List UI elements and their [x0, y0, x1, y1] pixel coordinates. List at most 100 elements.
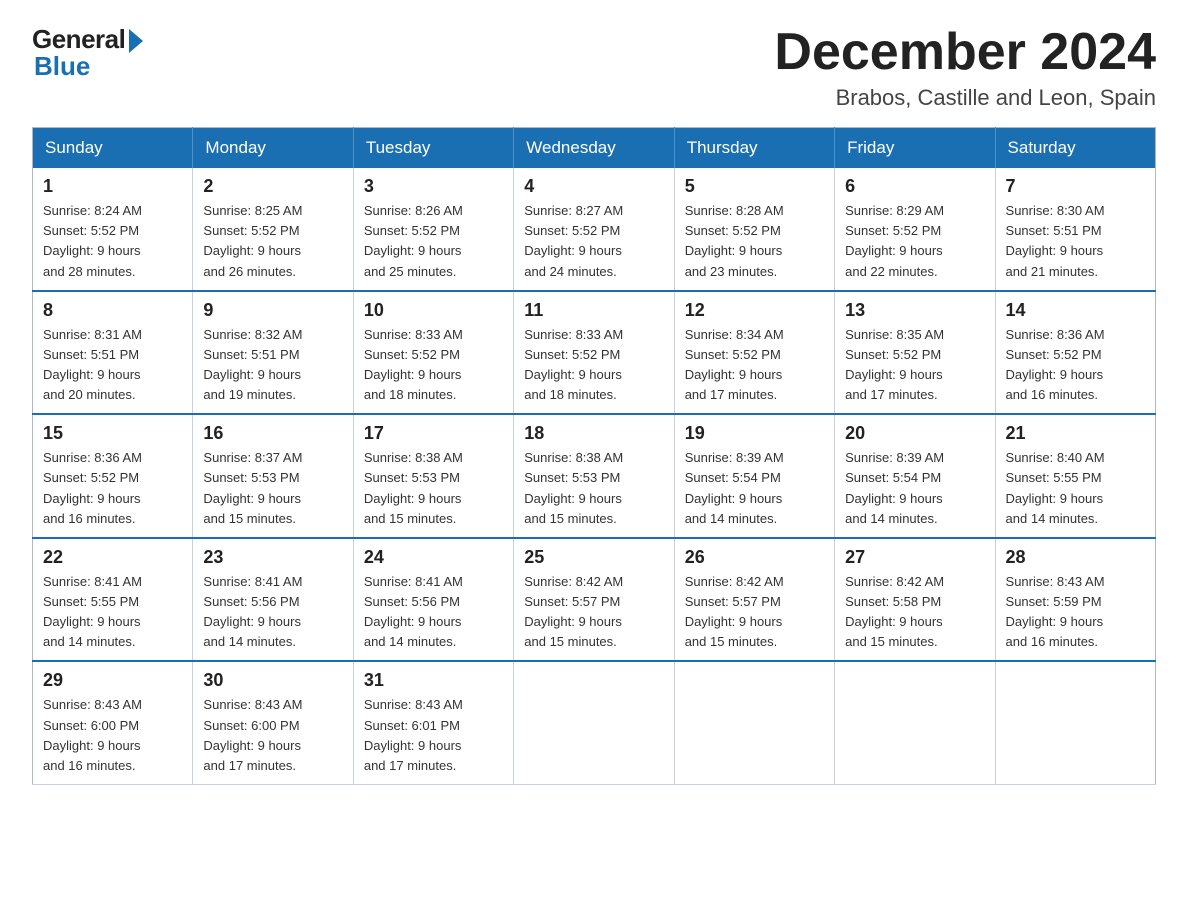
- calendar-day-cell: 7 Sunrise: 8:30 AMSunset: 5:51 PMDaylight…: [995, 168, 1155, 291]
- calendar-day-cell: 12 Sunrise: 8:34 AMSunset: 5:52 PMDayligh…: [674, 291, 834, 415]
- day-number: 8: [43, 300, 182, 321]
- day-number: 14: [1006, 300, 1145, 321]
- page-header: General Blue December 2024 Brabos, Casti…: [32, 24, 1156, 111]
- day-number: 5: [685, 176, 824, 197]
- calendar-day-cell: 24Sunrise: 8:41 AMSunset: 5:56 PMDayligh…: [353, 538, 513, 662]
- day-number: 2: [203, 176, 342, 197]
- day-info: Sunrise: 8:35 AMSunset: 5:52 PMDaylight:…: [845, 325, 984, 406]
- day-number: 13: [845, 300, 984, 321]
- day-number: 9: [203, 300, 342, 321]
- weekday-header-monday: Monday: [193, 128, 353, 169]
- day-number: 11: [524, 300, 663, 321]
- calendar-table: SundayMondayTuesdayWednesdayThursdayFrid…: [32, 127, 1156, 785]
- calendar-empty-cell: [835, 661, 995, 784]
- day-number: 28: [1006, 547, 1145, 568]
- calendar-day-cell: 30 Sunrise: 8:43 AMSunset: 6:00 PMDayligh…: [193, 661, 353, 784]
- day-info: Sunrise: 8:37 AMSunset: 5:53 PMDaylight:…: [203, 448, 342, 529]
- day-info: Sunrise: 8:26 AMSunset: 5:52 PMDaylight:…: [364, 201, 503, 282]
- day-info: Sunrise: 8:41 AMSunset: 5:55 PMDaylight:…: [43, 572, 182, 653]
- day-number: 24: [364, 547, 503, 568]
- day-info: Sunrise: 8:43 AMSunset: 6:00 PMDaylight:…: [43, 695, 182, 776]
- day-number: 12: [685, 300, 824, 321]
- weekday-header-saturday: Saturday: [995, 128, 1155, 169]
- day-number: 29: [43, 670, 182, 691]
- calendar-day-cell: 6Sunrise: 8:29 AMSunset: 5:52 PMDaylight…: [835, 168, 995, 291]
- calendar-day-cell: 14 Sunrise: 8:36 AMSunset: 5:52 PMDayligh…: [995, 291, 1155, 415]
- day-number: 30: [203, 670, 342, 691]
- calendar-empty-cell: [674, 661, 834, 784]
- calendar-empty-cell: [514, 661, 674, 784]
- calendar-day-cell: 1 Sunrise: 8:24 AMSunset: 5:52 PMDaylight…: [33, 168, 193, 291]
- day-number: 26: [685, 547, 824, 568]
- day-number: 3: [364, 176, 503, 197]
- calendar-day-cell: 22 Sunrise: 8:41 AMSunset: 5:55 PMDayligh…: [33, 538, 193, 662]
- day-number: 31: [364, 670, 503, 691]
- calendar-week-row: 29 Sunrise: 8:43 AMSunset: 6:00 PMDayligh…: [33, 661, 1156, 784]
- calendar-week-row: 22 Sunrise: 8:41 AMSunset: 5:55 PMDayligh…: [33, 538, 1156, 662]
- title-block: December 2024 Brabos, Castille and Leon,…: [774, 24, 1156, 111]
- day-info: Sunrise: 8:28 AMSunset: 5:52 PMDaylight:…: [685, 201, 824, 282]
- weekday-header-wednesday: Wednesday: [514, 128, 674, 169]
- calendar-day-cell: 3 Sunrise: 8:26 AMSunset: 5:52 PMDaylight…: [353, 168, 513, 291]
- calendar-day-cell: 13 Sunrise: 8:35 AMSunset: 5:52 PMDayligh…: [835, 291, 995, 415]
- calendar-day-cell: 31 Sunrise: 8:43 AMSunset: 6:01 PMDayligh…: [353, 661, 513, 784]
- day-info: Sunrise: 8:36 AMSunset: 5:52 PMDaylight:…: [1006, 325, 1145, 406]
- day-number: 22: [43, 547, 182, 568]
- calendar-week-row: 8 Sunrise: 8:31 AMSunset: 5:51 PMDaylight…: [33, 291, 1156, 415]
- day-number: 21: [1006, 423, 1145, 444]
- logo-arrow-icon: [129, 29, 143, 53]
- calendar-day-cell: 16Sunrise: 8:37 AMSunset: 5:53 PMDayligh…: [193, 414, 353, 538]
- day-info: Sunrise: 8:27 AMSunset: 5:52 PMDaylight:…: [524, 201, 663, 282]
- day-info: Sunrise: 8:41 AMSunset: 5:56 PMDaylight:…: [203, 572, 342, 653]
- calendar-day-cell: 29 Sunrise: 8:43 AMSunset: 6:00 PMDayligh…: [33, 661, 193, 784]
- day-info: Sunrise: 8:43 AMSunset: 5:59 PMDaylight:…: [1006, 572, 1145, 653]
- calendar-day-cell: 8 Sunrise: 8:31 AMSunset: 5:51 PMDaylight…: [33, 291, 193, 415]
- logo-blue-text: Blue: [34, 51, 90, 82]
- calendar-day-cell: 10Sunrise: 8:33 AMSunset: 5:52 PMDayligh…: [353, 291, 513, 415]
- logo: General Blue: [32, 24, 143, 82]
- day-number: 18: [524, 423, 663, 444]
- calendar-day-cell: 18 Sunrise: 8:38 AMSunset: 5:53 PMDayligh…: [514, 414, 674, 538]
- day-info: Sunrise: 8:25 AMSunset: 5:52 PMDaylight:…: [203, 201, 342, 282]
- calendar-day-cell: 4 Sunrise: 8:27 AMSunset: 5:52 PMDaylight…: [514, 168, 674, 291]
- weekday-header-sunday: Sunday: [33, 128, 193, 169]
- day-number: 17: [364, 423, 503, 444]
- calendar-day-cell: 26 Sunrise: 8:42 AMSunset: 5:57 PMDayligh…: [674, 538, 834, 662]
- calendar-day-cell: 27Sunrise: 8:42 AMSunset: 5:58 PMDayligh…: [835, 538, 995, 662]
- day-info: Sunrise: 8:43 AMSunset: 6:01 PMDaylight:…: [364, 695, 503, 776]
- day-info: Sunrise: 8:34 AMSunset: 5:52 PMDaylight:…: [685, 325, 824, 406]
- month-title: December 2024: [774, 24, 1156, 81]
- day-info: Sunrise: 8:40 AMSunset: 5:55 PMDaylight:…: [1006, 448, 1145, 529]
- day-info: Sunrise: 8:32 AMSunset: 5:51 PMDaylight:…: [203, 325, 342, 406]
- day-number: 7: [1006, 176, 1145, 197]
- day-number: 1: [43, 176, 182, 197]
- calendar-day-cell: 5 Sunrise: 8:28 AMSunset: 5:52 PMDaylight…: [674, 168, 834, 291]
- calendar-day-cell: 28 Sunrise: 8:43 AMSunset: 5:59 PMDayligh…: [995, 538, 1155, 662]
- day-info: Sunrise: 8:31 AMSunset: 5:51 PMDaylight:…: [43, 325, 182, 406]
- weekday-header-row: SundayMondayTuesdayWednesdayThursdayFrid…: [33, 128, 1156, 169]
- calendar-week-row: 15 Sunrise: 8:36 AMSunset: 5:52 PMDayligh…: [33, 414, 1156, 538]
- day-number: 19: [685, 423, 824, 444]
- calendar-day-cell: 2 Sunrise: 8:25 AMSunset: 5:52 PMDaylight…: [193, 168, 353, 291]
- calendar-day-cell: 25 Sunrise: 8:42 AMSunset: 5:57 PMDayligh…: [514, 538, 674, 662]
- day-info: Sunrise: 8:39 AMSunset: 5:54 PMDaylight:…: [685, 448, 824, 529]
- day-info: Sunrise: 8:43 AMSunset: 6:00 PMDaylight:…: [203, 695, 342, 776]
- day-info: Sunrise: 8:42 AMSunset: 5:57 PMDaylight:…: [685, 572, 824, 653]
- day-info: Sunrise: 8:42 AMSunset: 5:58 PMDaylight:…: [845, 572, 984, 653]
- day-info: Sunrise: 8:38 AMSunset: 5:53 PMDaylight:…: [364, 448, 503, 529]
- day-number: 23: [203, 547, 342, 568]
- day-info: Sunrise: 8:30 AMSunset: 5:51 PMDaylight:…: [1006, 201, 1145, 282]
- calendar-day-cell: 15 Sunrise: 8:36 AMSunset: 5:52 PMDayligh…: [33, 414, 193, 538]
- day-info: Sunrise: 8:24 AMSunset: 5:52 PMDaylight:…: [43, 201, 182, 282]
- day-number: 4: [524, 176, 663, 197]
- day-info: Sunrise: 8:42 AMSunset: 5:57 PMDaylight:…: [524, 572, 663, 653]
- calendar-day-cell: 19 Sunrise: 8:39 AMSunset: 5:54 PMDayligh…: [674, 414, 834, 538]
- weekday-header-tuesday: Tuesday: [353, 128, 513, 169]
- day-number: 15: [43, 423, 182, 444]
- calendar-day-cell: 20Sunrise: 8:39 AMSunset: 5:54 PMDayligh…: [835, 414, 995, 538]
- location-title: Brabos, Castille and Leon, Spain: [774, 85, 1156, 111]
- day-info: Sunrise: 8:38 AMSunset: 5:53 PMDaylight:…: [524, 448, 663, 529]
- calendar-week-row: 1 Sunrise: 8:24 AMSunset: 5:52 PMDaylight…: [33, 168, 1156, 291]
- day-number: 25: [524, 547, 663, 568]
- day-info: Sunrise: 8:36 AMSunset: 5:52 PMDaylight:…: [43, 448, 182, 529]
